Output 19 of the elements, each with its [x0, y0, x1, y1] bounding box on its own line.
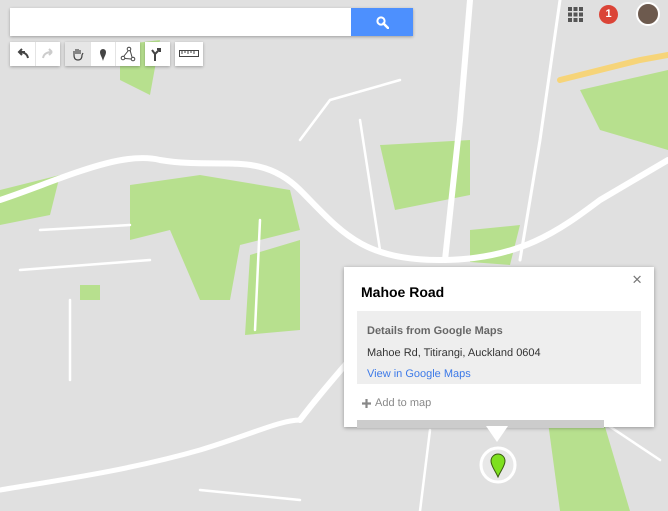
search-icon [376, 16, 388, 28]
search-button[interactable] [351, 8, 413, 36]
fork-arrow-button[interactable] [145, 42, 170, 66]
close-button[interactable]: × [632, 271, 642, 288]
callout-pointer [486, 426, 508, 443]
plus-icon [362, 398, 371, 408]
line-icon [120, 46, 136, 62]
marker-button[interactable] [90, 42, 115, 66]
add-to-map-button[interactable]: Add to map [362, 395, 432, 412]
search-field[interactable] [10, 8, 351, 36]
undo-button[interactable] [10, 42, 35, 66]
address-text: Mahoe Rd, Titirangi, Auckland 0604 [367, 346, 542, 360]
view-link[interactable]: View in Google Maps [367, 366, 631, 382]
apps-grid-icon[interactable] [568, 6, 583, 22]
hand-button[interactable] [65, 42, 90, 66]
ruler-button[interactable] [175, 42, 203, 66]
place-title: Mahoe Road [361, 283, 444, 302]
line-button[interactable] [115, 42, 140, 66]
details-heading: Details from Google Maps [367, 324, 504, 339]
